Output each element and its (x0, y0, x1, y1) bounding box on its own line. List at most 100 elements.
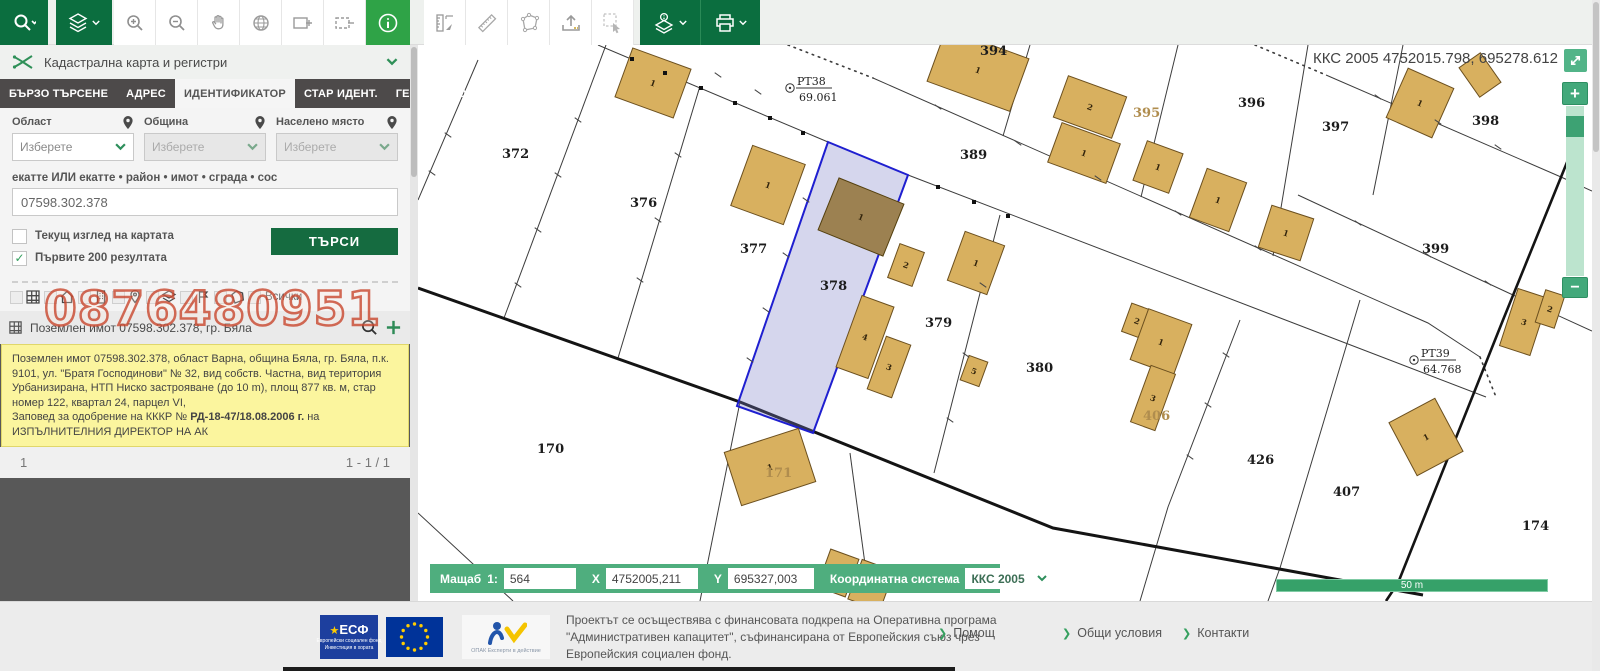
building[interactable]: 1 (1389, 398, 1463, 475)
select-rectangle-button[interactable] (592, 0, 634, 45)
zoom-slider-handle[interactable] (1566, 116, 1584, 137)
add-to-selection-button[interactable] (385, 319, 402, 336)
filter-layers-checkbox[interactable] (146, 291, 159, 304)
zoom-in-map-button[interactable]: + (1562, 82, 1588, 105)
sidebar-scrollbar[interactable] (410, 45, 418, 601)
layers-icon (161, 289, 177, 305)
zoom-to-result-button[interactable] (361, 319, 378, 336)
area-measure-button[interactable] (508, 0, 550, 45)
tab-идентификатор[interactable]: ИДЕНТИФИКАТОР (175, 79, 295, 108)
pan-button[interactable] (198, 0, 240, 45)
zoom-out-icon (167, 13, 187, 33)
search-tool-button[interactable] (0, 0, 48, 45)
print-button[interactable] (700, 0, 760, 45)
field-label: Населено място (276, 114, 398, 130)
zoom-out-button[interactable] (156, 0, 198, 45)
building[interactable]: 1 (1189, 168, 1246, 231)
parcel-label-171: 171 (765, 466, 792, 481)
parcel-label-372: 372 (502, 147, 529, 162)
sidebar-header[interactable]: Кадастрална карта и регистри (0, 45, 410, 79)
search-button[interactable]: ТЪРСИ (271, 228, 398, 255)
identifier-hint-label: екатте ИЛИ екатте • район • имот • сград… (12, 172, 398, 184)
crs-value: ККС 2005 (971, 572, 1024, 586)
magnifier-icon (361, 319, 378, 336)
chevron-down-icon (739, 20, 747, 26)
ruler-icon (476, 12, 498, 34)
filter-flag-checkbox[interactable] (180, 291, 193, 304)
parcel-label-376: 376 (630, 196, 657, 211)
building[interactable]: 1 (731, 145, 806, 224)
filter-all-checkbox[interactable] (248, 291, 261, 304)
building[interactable]: 1 (1133, 141, 1183, 193)
app-window: 111121111121435213112132 372376377378379… (0, 0, 1600, 671)
building[interactable]: 1 (1258, 205, 1313, 260)
building[interactable]: 5 (960, 355, 988, 386)
zoom-out-rectangle-button[interactable] (324, 0, 366, 45)
page-number[interactable]: 1 (20, 455, 27, 470)
scale-label: Мащаб (440, 572, 481, 586)
tab-бързо-търсене[interactable]: БЪРЗО ТЪРСЕНЕ (0, 79, 117, 108)
tab-адрес[interactable]: АДРЕС (117, 79, 175, 108)
result-row[interactable]: Поземлен имот 07598.302.378, гр. Бяла (0, 311, 410, 344)
footer-link-помощ[interactable]: ❯Помощ (938, 626, 995, 640)
parcel-label-397: 397 (1322, 120, 1349, 135)
scale-ratio: 1: (487, 572, 498, 586)
filter-pin-checkbox[interactable] (112, 291, 125, 304)
filter-building-checkbox[interactable] (78, 291, 91, 304)
parcel-label-170: 170 (537, 442, 564, 457)
община-select[interactable]: Изберете (144, 133, 266, 161)
scale-bar-label: 50 m (1401, 580, 1423, 591)
svg-text:64.768: 64.768 (1423, 363, 1462, 376)
filter-building (78, 289, 109, 305)
chevron-down-icon (379, 143, 390, 151)
tab-геод-основа[interactable]: ГЕОД. ОСНОВА (387, 79, 492, 108)
current-view-checkbox[interactable] (12, 229, 27, 244)
full-extent-button[interactable] (240, 0, 282, 45)
building[interactable]: 2 (888, 244, 925, 287)
building[interactable]: 1 (615, 48, 691, 118)
y-coordinate-input[interactable] (728, 568, 814, 589)
filter-grid-checkbox[interactable] (10, 291, 23, 304)
scale-measure-button[interactable] (424, 0, 466, 45)
chevron-down-icon[interactable] (386, 58, 398, 66)
building[interactable]: 1 (927, 45, 1029, 111)
page-scrollbar[interactable] (1592, 0, 1600, 671)
chevron-down-icon (1037, 575, 1047, 582)
result-title: Поземлен имот 07598.302.378, гр. Бяла (30, 321, 354, 335)
filter-polygon-checkbox[interactable] (214, 291, 227, 304)
first-200-checkbox[interactable]: ✓ (12, 251, 27, 266)
tab-стар-идент-[interactable]: СТАР ИДЕНТ. (295, 79, 387, 108)
scale-input[interactable] (504, 568, 576, 589)
footer-link-общи-условия[interactable]: ❯Общи условия (1062, 626, 1162, 640)
x-coordinate-input[interactable] (606, 568, 698, 589)
ruler-measure-button[interactable] (466, 0, 508, 45)
info-tool-button[interactable] (366, 0, 410, 45)
building[interactable]: 1 (947, 231, 1004, 294)
fullscreen-button[interactable] (1564, 49, 1587, 72)
filter-house-checkbox[interactable] (44, 291, 57, 304)
zoom-in-button[interactable] (114, 0, 156, 45)
footer-link-контакти[interactable]: ❯Контакти (1182, 626, 1249, 640)
polygon-icon (229, 289, 245, 305)
esf-logo: ★ЕСФ Европейски социален фонд Инвестиция… (320, 615, 378, 659)
zoom-to-rectangle-button[interactable] (282, 0, 324, 45)
parcel-label-406: 406 (1143, 409, 1170, 424)
printer-icon (714, 12, 736, 34)
upload-icon (560, 12, 582, 34)
layers-tool-button[interactable] (56, 0, 112, 45)
funding-text: Проектът се осъществява с финансовата по… (566, 612, 997, 663)
населено-място-select[interactable]: Изберете (276, 133, 398, 161)
zoom-out-map-button[interactable]: − (1562, 277, 1588, 298)
crs-select[interactable]: ККС 2005 (965, 568, 1053, 589)
export-button[interactable] (550, 0, 592, 45)
marquee-select-icon (602, 12, 624, 34)
identifier-input[interactable] (12, 188, 398, 216)
област-select[interactable]: Изберете (12, 133, 134, 161)
hand-icon (209, 13, 229, 33)
identifier-search-form: ОбластИзберетеОбщинаИзберетеНаселено мяс… (0, 108, 410, 283)
map-canvas[interactable]: 111121111121435213112132 372376377378379… (418, 45, 1592, 601)
parcel-label-426: 426 (1247, 453, 1274, 468)
layer-info-button[interactable] (640, 0, 700, 45)
search-sidebar: Кадастрална карта и регистри БЪРЗО ТЪРСЕ… (0, 45, 410, 601)
survey-point-РТ38: РТ3869.061 (786, 75, 838, 104)
